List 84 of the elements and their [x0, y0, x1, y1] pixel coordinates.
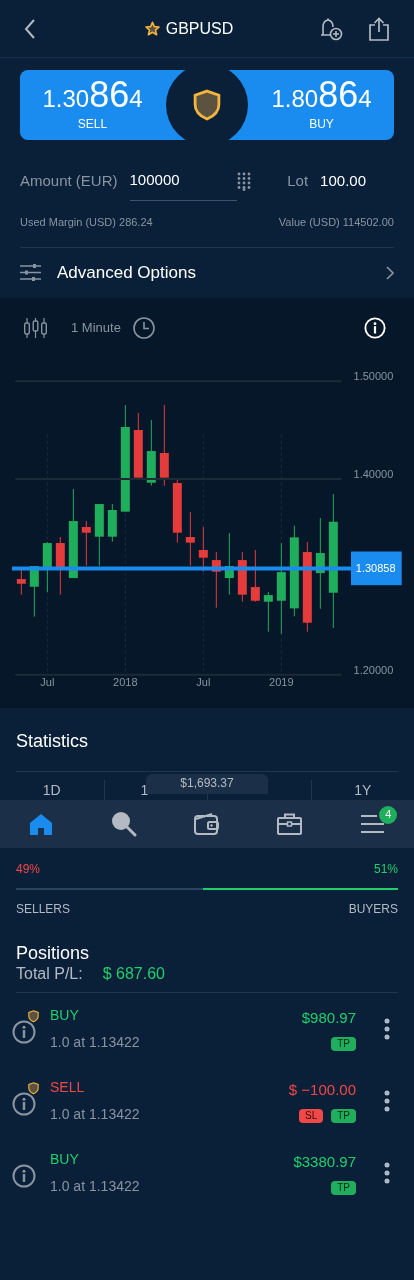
- shield-icon: [193, 88, 221, 122]
- positions-title: Positions: [16, 941, 91, 964]
- current-price-tag: [351, 551, 402, 585]
- candlestick: [172, 477, 182, 543]
- shield-icon: [28, 1010, 39, 1023]
- candlestick: [107, 503, 117, 542]
- position-pl: $ −100.00: [288, 1079, 356, 1100]
- sell-price: 1.30864: [42, 77, 143, 113]
- position-pl: $980.97: [301, 1007, 356, 1028]
- lot-label: Lot: [287, 170, 309, 191]
- order-tag: SL: [299, 1109, 324, 1124]
- amount-field[interactable]: 100000: [129, 161, 237, 201]
- x-axis-label: Jul: [40, 675, 55, 688]
- candlestick: [237, 551, 247, 602]
- position-pl: $3380.97: [293, 1151, 356, 1172]
- amount-label: Amount (EUR): [20, 170, 118, 191]
- candlestick: [146, 419, 156, 486]
- lot-value: 100.00: [320, 170, 366, 191]
- order-tag: TP: [331, 1181, 356, 1196]
- wallet-icon[interactable]: [194, 812, 220, 835]
- candlestick: [16, 568, 26, 595]
- y-axis-label: 1.50000: [353, 369, 394, 382]
- sellers-label: SELLERS: [16, 900, 71, 918]
- menu-icon[interactable]: [361, 813, 385, 834]
- candlestick: [81, 520, 91, 566]
- candlestick-icon[interactable]: [24, 317, 47, 338]
- value-text: Value (USD) 114502.00: [278, 215, 394, 230]
- search-icon[interactable]: [111, 810, 138, 837]
- total-pl-label: Total P/L:: [16, 964, 83, 984]
- position-side: BUY: [50, 1150, 80, 1169]
- period-tab[interactable]: 1D: [42, 779, 61, 801]
- keypad-icon[interactable]: [236, 171, 251, 191]
- sellers-percent: 49%: [16, 860, 41, 878]
- candlestick: [263, 591, 273, 632]
- more-options-icon[interactable]: [384, 1162, 390, 1184]
- more-options-icon[interactable]: [384, 1018, 390, 1040]
- used-margin-text: Used Margin (USD) 286.24: [20, 215, 153, 230]
- buy-label: BUY: [309, 116, 334, 133]
- candlestick: [94, 503, 104, 566]
- candlestick: [133, 412, 143, 478]
- briefcase-icon[interactable]: [277, 812, 303, 835]
- candlestick: [224, 532, 234, 595]
- x-axis-label: 2018: [113, 675, 138, 688]
- symbol-title: GBPUSD: [165, 18, 234, 39]
- period-tab[interactable]: 1Y: [354, 779, 372, 801]
- candlestick: [42, 541, 52, 593]
- interval-label[interactable]: 1 Minute: [71, 317, 121, 338]
- x-axis-label: Jul: [196, 675, 211, 688]
- position-side: BUY: [50, 1006, 80, 1025]
- candlestick: [185, 511, 195, 566]
- share-icon[interactable]: [368, 16, 390, 41]
- candlestick: [198, 526, 208, 572]
- position-detail: 1.0 at 1.13422: [50, 1177, 140, 1196]
- sliders-icon: [20, 264, 41, 281]
- position-detail: 1.0 at 1.13422: [50, 1033, 140, 1052]
- back-icon[interactable]: [24, 18, 36, 39]
- candlestick: [250, 549, 260, 602]
- balance-tab[interactable]: $1,693.37: [146, 773, 268, 794]
- candlestick: [55, 536, 65, 595]
- statistics-title: Statistics: [16, 729, 90, 753]
- buyers-percent: 51%: [373, 860, 398, 878]
- star-icon[interactable]: [144, 21, 160, 36]
- x-axis-label: 2019: [269, 675, 294, 688]
- home-icon[interactable]: [29, 812, 54, 835]
- order-tag: TP: [331, 1109, 356, 1124]
- current-price-label: 1.30858: [355, 562, 396, 574]
- chevron-right-icon: [386, 265, 394, 280]
- order-tag: TP: [331, 1037, 356, 1052]
- more-options-icon[interactable]: [384, 1090, 390, 1112]
- position-side: SELL: [50, 1078, 86, 1097]
- total-pl-value: $ 687.60: [102, 964, 165, 984]
- period-tab[interactable]: 1: [140, 779, 149, 801]
- clock-icon[interactable]: [132, 316, 155, 339]
- buy-price: 1.80864: [271, 77, 372, 113]
- y-axis-label: 1.20000: [353, 663, 394, 676]
- shield-icon: [28, 1082, 39, 1095]
- sell-label: SELL: [77, 116, 108, 133]
- buyers-label: BUYERS: [348, 900, 398, 918]
- notification-badge: 4: [379, 805, 398, 824]
- position-detail: 1.0 at 1.13422: [50, 1105, 140, 1124]
- y-axis-label: 1.40000: [353, 467, 394, 480]
- add-alert-icon[interactable]: [318, 16, 344, 41]
- advanced-options-row[interactable]: Advanced Options: [0, 247, 414, 298]
- candlestick: [211, 551, 221, 608]
